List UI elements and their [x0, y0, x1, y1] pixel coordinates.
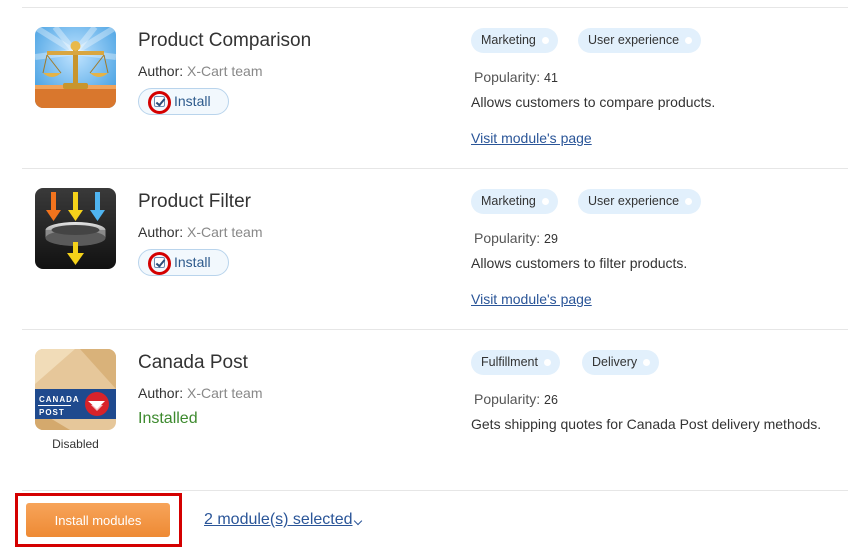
tag-delivery[interactable]: Delivery [582, 350, 660, 375]
module-row: Product Comparison Author: X-Cart team I… [22, 8, 848, 169]
popularity-label: Popularity: [474, 391, 541, 407]
install-modules-button[interactable]: Install modules [26, 503, 170, 537]
popularity-value: 41 [544, 71, 558, 85]
popularity-label: Popularity: [474, 69, 541, 85]
module-author: Author: X-Cart team [138, 63, 263, 79]
chevron-down-icon[interactable] [353, 516, 363, 526]
install-toggle[interactable]: Install [138, 249, 229, 276]
popularity-value: 29 [544, 232, 558, 246]
author-name: X-Cart team [187, 385, 263, 401]
module-description: Allows customers to compare products. [471, 94, 716, 110]
tag-marketing[interactable]: Marketing [471, 28, 558, 53]
module-title[interactable]: Product Comparison [138, 30, 311, 52]
module-author: Author: X-Cart team [138, 224, 263, 240]
module-author: Author: X-Cart team [138, 385, 263, 401]
module-row: CANADA POST Disabled Canada Post Author:… [22, 330, 848, 491]
logo-text-post: POST [39, 408, 65, 417]
highlight-circle [148, 91, 171, 114]
author-label: Author: [138, 224, 184, 240]
canada-post-icon: CANADA POST [35, 349, 116, 430]
scales-icon [35, 27, 116, 108]
author-name: X-Cart team [187, 224, 263, 240]
tag-fulfillment[interactable]: Fulfillment [471, 350, 560, 375]
installed-status: Installed [138, 410, 198, 427]
author-name: X-Cart team [187, 63, 263, 79]
module-title[interactable]: Product Filter [138, 191, 251, 213]
popularity: Popularity: 29 [474, 230, 558, 246]
module-row: Product Filter Author: X-Cart team Insta… [22, 169, 848, 330]
popularity-label: Popularity: [474, 230, 541, 246]
filter-icon [35, 188, 116, 269]
install-toggle[interactable]: Install [138, 88, 229, 115]
tag-user-experience[interactable]: User experience [578, 189, 702, 214]
module-title[interactable]: Canada Post [138, 352, 248, 374]
highlight-circle [148, 252, 171, 275]
tag-marketing[interactable]: Marketing [471, 189, 558, 214]
install-label: Install [174, 93, 211, 109]
author-label: Author: [138, 63, 184, 79]
popularity: Popularity: 41 [474, 69, 558, 85]
module-state: Disabled [52, 437, 99, 451]
visit-module-link[interactable]: Visit module's page [471, 130, 592, 146]
popularity: Popularity: 26 [474, 391, 558, 407]
logo-text-canada: CANADA [39, 395, 80, 404]
module-description: Gets shipping quotes for Canada Post del… [471, 416, 822, 432]
author-label: Author: [138, 385, 184, 401]
module-description: Allows customers to filter products. [471, 255, 688, 271]
popularity-value: 26 [544, 393, 558, 407]
install-label: Install [174, 254, 211, 270]
visit-module-link[interactable]: Visit module's page [471, 291, 592, 307]
tag-user-experience[interactable]: User experience [578, 28, 702, 53]
selected-modules-link[interactable]: 2 module(s) selected [204, 511, 353, 529]
install-button-highlight: Install modules [15, 493, 182, 547]
